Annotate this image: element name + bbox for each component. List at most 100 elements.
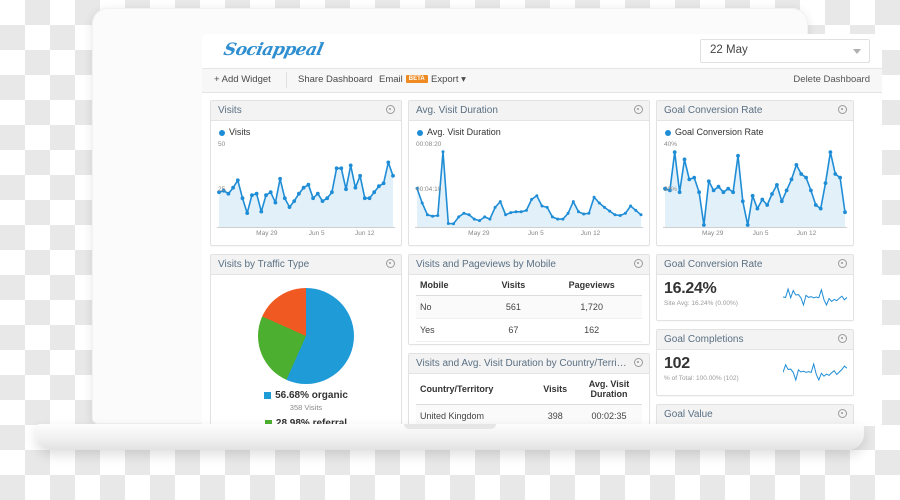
legend-item: 56.68% organic 358 Visits xyxy=(217,390,395,412)
gear-icon[interactable] xyxy=(386,259,395,268)
widget-body: 16.24% Site Avg: 16.24% (0.00%) xyxy=(657,275,853,320)
cell-mobile: No xyxy=(416,295,486,319)
toolbar-divider xyxy=(286,72,287,88)
y-tick-label: 00:08:20 xyxy=(416,141,442,148)
email-button[interactable]: Email BETA xyxy=(379,74,428,85)
date-range-value: 22 May xyxy=(710,44,748,56)
widget-title: Goal Value xyxy=(664,409,713,420)
widget-title: Goal Conversion Rate xyxy=(664,105,763,116)
gear-icon[interactable] xyxy=(838,105,847,114)
line-chart-svg xyxy=(217,160,395,227)
widget-header: Goal Conversion Rate xyxy=(657,101,853,121)
table-row: United Kingdom 398 00:02:35 xyxy=(416,404,642,426)
legend-swatch xyxy=(264,391,272,399)
pie-chart xyxy=(258,288,354,384)
y-tick-label: 00:04:10 xyxy=(416,186,442,193)
widget-title: Visits xyxy=(218,105,242,116)
table-header-row: Country/Territory Visits Avg. Visit Dura… xyxy=(416,374,642,405)
x-tick-label: Jun 12 xyxy=(354,230,375,237)
sparkline xyxy=(783,362,847,382)
laptop-base xyxy=(36,424,864,450)
legend-text: 56.68% organic xyxy=(275,390,348,401)
chart-legend: Visits xyxy=(219,127,395,137)
widget-body: 102 % of Total: 100.00% (102) xyxy=(657,350,853,395)
laptop-mockup: Sociappeal 22 May + Add Widget Share Das… xyxy=(0,0,900,500)
x-tick-label: May 29 xyxy=(702,230,724,237)
widget-header: Avg. Visit Duration xyxy=(409,101,649,121)
widget-body: 56.68% organic 358 Visits 28.98% referra… xyxy=(211,275,401,426)
widget-title: Avg. Visit Duration xyxy=(416,105,498,116)
export-button[interactable]: Export ▾ xyxy=(431,74,466,85)
email-label: Email xyxy=(379,74,403,85)
x-tick-label: May 29 xyxy=(256,230,278,237)
cell-country: United Kingdom xyxy=(416,404,535,426)
app-header: Sociappeal 22 May xyxy=(202,34,882,69)
chart-conversion: 40% 20% xyxy=(663,139,847,227)
country-table: Country/Territory Visits Avg. Visit Dura… xyxy=(416,374,642,426)
chart-visits: 50 25 xyxy=(217,139,395,227)
legend-label: Goal Conversion Rate xyxy=(675,127,764,137)
widget-goal-conversion-rate-chart: Goal Conversion Rate Goal Conversion Rat… xyxy=(656,100,854,246)
gear-icon[interactable] xyxy=(386,105,395,114)
table-row: Yes 67 162 xyxy=(416,318,642,342)
chart-duration: 00:08:20 00:04:10 xyxy=(415,139,643,227)
gear-icon[interactable] xyxy=(838,334,847,343)
widget-header: Visits by Traffic Type xyxy=(211,255,401,275)
widget-body: Avg. Visit Duration 00:08:20 00:04:10 Ma… xyxy=(409,121,649,245)
dashboard-toolbar: + Add Widget Share Dashboard Email BETA E… xyxy=(202,69,882,93)
dashboard-column-2: Avg. Visit Duration Avg. Visit Duration … xyxy=(408,100,650,426)
laptop-lid: Sociappeal 22 May + Add Widget Share Das… xyxy=(92,8,882,426)
widget-header: Visits and Pageviews by Mobile xyxy=(409,255,649,275)
cell-duration: 00:02:35 xyxy=(576,404,642,426)
chevron-down-icon xyxy=(853,49,861,54)
gear-icon[interactable] xyxy=(838,259,847,268)
y-tick-label: 20% xyxy=(664,186,678,193)
legend-label: 56.68% organic xyxy=(217,390,395,401)
gear-icon[interactable] xyxy=(634,105,643,114)
gear-icon[interactable] xyxy=(634,259,643,268)
widget-goal-completions: Goal Completions 102 % of Total: 100.00%… xyxy=(656,329,854,396)
column-header: Avg. Visit Duration xyxy=(576,374,642,405)
widget-visits-duration-by-country: Visits and Avg. Visit Duration by Countr… xyxy=(408,353,650,426)
widget-body: Country/Territory Visits Avg. Visit Dura… xyxy=(409,374,649,426)
x-axis: May 29 Jun 5 Jun 12 xyxy=(415,227,643,241)
delete-dashboard-button[interactable]: Delete Dashboard xyxy=(793,74,870,85)
widget-avg-visit-duration: Avg. Visit Duration Avg. Visit Duration … xyxy=(408,100,650,246)
cell-mobile: Yes xyxy=(416,318,486,342)
widget-header: Visits and Avg. Visit Duration by Countr… xyxy=(409,354,649,374)
date-range-selector[interactable]: 22 May xyxy=(700,39,870,63)
widget-title: Goal Completions xyxy=(664,334,744,345)
widget-header: Visits xyxy=(211,101,401,121)
app-logo[interactable]: Sociappeal xyxy=(222,40,325,60)
y-tick-label: 50 xyxy=(218,141,226,148)
column-header: Visits xyxy=(534,374,576,405)
x-tick-label: Jun 5 xyxy=(308,230,325,237)
widget-goal-conversion-rate-score: Goal Conversion Rate 16.24% Site Avg: 16… xyxy=(656,254,854,321)
cell-visits: 398 xyxy=(534,404,576,426)
widget-visits-pageviews-by-mobile: Visits and Pageviews by Mobile Mobile Vi… xyxy=(408,254,650,345)
x-tick-label: Jun 5 xyxy=(752,230,769,237)
widget-goal-value: Goal Value £182.00 % of Total: 100.00% (… xyxy=(656,404,854,426)
widget-visits-by-traffic-type: Visits by Traffic Type 56.68% organic 35… xyxy=(210,254,402,426)
add-widget-button[interactable]: + Add Widget xyxy=(214,74,271,85)
table-header-row: Mobile Visits Pageviews xyxy=(416,275,642,296)
widget-visits: Visits Visits 50 25 May 29 Jun 5 Jun 12 xyxy=(210,100,402,246)
y-tick-label: 40% xyxy=(664,141,678,148)
chart-legend: Avg. Visit Duration xyxy=(417,127,643,137)
legend-sublabel: 358 Visits xyxy=(289,403,323,412)
widget-title: Visits by Traffic Type xyxy=(218,259,310,270)
beta-badge: BETA xyxy=(405,75,428,84)
cell-pageviews: 1,720 xyxy=(541,295,642,319)
mobile-table: Mobile Visits Pageviews No 561 1,720 Yes… xyxy=(416,275,642,342)
dashboard-grid: Visits Visits 50 25 May 29 Jun 5 Jun 12 … xyxy=(202,93,882,426)
share-dashboard-button[interactable]: Share Dashboard xyxy=(298,74,372,85)
line-chart-svg xyxy=(415,150,643,227)
gear-icon[interactable] xyxy=(838,409,847,418)
pie-legend: 56.68% organic 358 Visits 28.98% referra… xyxy=(217,390,395,426)
widget-title: Visits and Avg. Visit Duration by Countr… xyxy=(416,358,627,369)
x-axis: May 29 Jun 5 Jun 12 xyxy=(217,227,395,241)
y-tick-label: 25 xyxy=(218,186,226,193)
legend-swatch xyxy=(665,129,671,136)
widget-header: Goal Value xyxy=(657,405,853,425)
gear-icon[interactable] xyxy=(634,358,643,367)
